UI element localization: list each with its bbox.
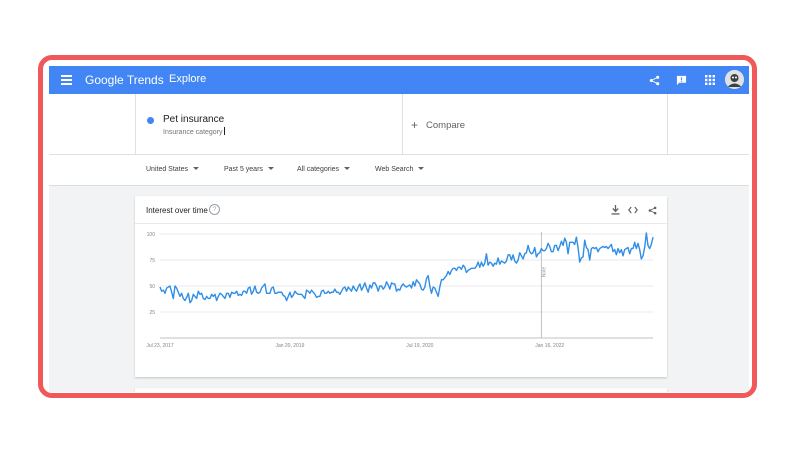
chevron-down-icon: [267, 167, 274, 170]
share-icon[interactable]: [646, 72, 662, 88]
menu-icon[interactable]: [61, 75, 72, 85]
search-row-divider: [667, 94, 668, 154]
google-trends-logo[interactable]: Google Trends: [85, 73, 164, 87]
apps-icon[interactable]: [702, 72, 718, 88]
x-tick-label: Jan 20, 2019: [275, 343, 304, 349]
plus-icon: +: [411, 118, 419, 132]
filter-bar: United States Past 5 years All categorie…: [49, 155, 749, 186]
note-label[interactable]: Note: [541, 267, 547, 278]
category-filter-label: All categories: [297, 166, 340, 173]
download-icon[interactable]: [609, 204, 621, 216]
browser-viewport: Google Trends Explore Pet insurance Insu…: [49, 66, 749, 392]
x-tick-label: Jul 19, 2020: [406, 343, 433, 349]
chevron-down-icon: [344, 167, 351, 170]
x-tick-label: Jul 23, 2017: [146, 343, 173, 349]
series-line[interactable]: [159, 232, 654, 304]
highlight-frame: Google Trends Explore Pet insurance Insu…: [38, 55, 757, 398]
region-filter[interactable]: United States: [146, 166, 200, 173]
compare-label: Compare: [426, 120, 466, 131]
feedback-icon[interactable]: [673, 72, 689, 88]
property-filter[interactable]: Web Search: [375, 166, 425, 173]
y-tick-label: 100: [147, 232, 156, 238]
region-filter-label: United States: [146, 166, 189, 173]
top-app-bar: Google Trends Explore: [49, 66, 749, 94]
search-term-card[interactable]: Pet insurance Insurance category: [135, 94, 403, 154]
explore-nav[interactable]: Explore: [169, 73, 206, 85]
embed-icon[interactable]: [627, 204, 639, 216]
time-filter[interactable]: Past 5 years: [224, 166, 274, 173]
y-tick-label: 75: [149, 258, 155, 264]
search-term-category: Insurance category: [163, 127, 225, 136]
next-card: [135, 388, 667, 392]
text-cursor: [223, 127, 225, 135]
x-tick-label: Jan 16, 2022: [535, 343, 564, 349]
share-icon[interactable]: [646, 204, 658, 216]
y-tick-label: 50: [149, 284, 155, 290]
avatar[interactable]: [725, 70, 744, 89]
help-icon[interactable]: ?: [209, 204, 220, 215]
card-title: Interest over time: [146, 206, 208, 215]
chevron-down-icon: [418, 167, 425, 170]
property-filter-label: Web Search: [375, 166, 414, 173]
category-filter[interactable]: All categories: [297, 166, 351, 173]
compare-button[interactable]: + Compare: [411, 118, 465, 132]
chevron-down-icon: [193, 167, 200, 170]
series-color-dot: [147, 117, 154, 124]
interest-over-time-card: Interest over time ? 25 50 75 100 Jul 23, 20…: [135, 196, 667, 377]
search-terms-row: Pet insurance Insurance category + Compar…: [49, 94, 749, 155]
time-filter-label: Past 5 years: [224, 166, 263, 173]
interest-line-chart: 25 50 75 100 Jul 23, 2017 Jan 20, 2019 Jul 19,…: [146, 232, 654, 349]
y-tick-label: 25: [149, 310, 155, 316]
search-term-name[interactable]: Pet insurance: [163, 114, 224, 125]
search-term-category-text: Insurance category: [163, 129, 223, 136]
